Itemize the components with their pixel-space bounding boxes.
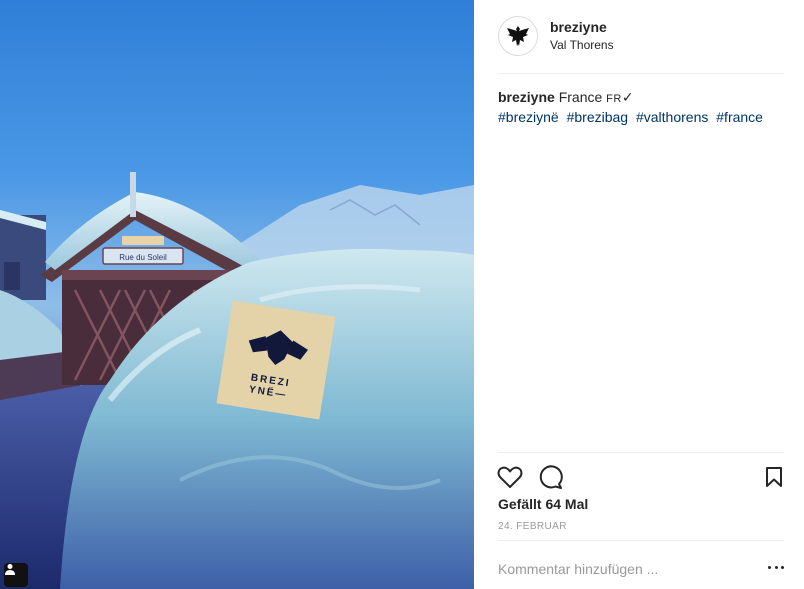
street-sign-text: Rue du Soleil <box>119 253 167 262</box>
post-location[interactable]: Val Thorens <box>550 38 614 52</box>
post-caption: breziyne France FR✓ #breziynë #brezibag … <box>498 88 784 126</box>
hashtag-link[interactable]: #france <box>716 109 763 125</box>
post-date: 24. FEBRUAR <box>498 521 567 532</box>
comment-button[interactable] <box>536 463 564 491</box>
hashtag-list: #breziynë #brezibag #valthorens #france <box>498 108 784 126</box>
like-count[interactable]: Gefällt 64 Mal <box>498 496 588 512</box>
hashtag-link[interactable]: #valthorens <box>636 109 708 125</box>
post-header: breziyne Val Thorens <box>498 16 784 74</box>
post-photo[interactable]: Rue du Soleil BREZI YNË— <box>0 0 474 589</box>
snow-scene-illustration: Rue du Soleil BREZI YNË— <box>0 172 474 589</box>
post-actions <box>496 452 784 492</box>
more-options-icon[interactable] <box>768 563 784 571</box>
flag-label: FR <box>606 93 622 105</box>
post-details-panel: breziyne Val Thorens breziyne France FR✓… <box>474 0 804 589</box>
bookmark-icon <box>766 467 782 487</box>
like-button[interactable] <box>496 463 524 491</box>
avatar[interactable] <box>498 16 538 56</box>
comment-input[interactable] <box>498 561 748 577</box>
save-button[interactable] <box>760 463 788 491</box>
eagle-logo-icon <box>507 26 529 46</box>
user-tag-icon[interactable] <box>4 563 28 587</box>
caption-username[interactable]: breziyne <box>498 89 555 105</box>
brezi-bag: BREZI YNË— <box>216 300 336 420</box>
hashtag-link[interactable]: #brezibag <box>567 109 629 125</box>
check-mark: ✓ <box>621 89 634 105</box>
comment-icon <box>539 465 563 489</box>
heart-icon <box>497 466 523 488</box>
hashtag-link[interactable]: #breziynë <box>498 109 559 125</box>
post-username[interactable]: breziyne <box>550 19 607 35</box>
caption-text: France <box>558 89 603 105</box>
comment-bar <box>498 540 784 589</box>
